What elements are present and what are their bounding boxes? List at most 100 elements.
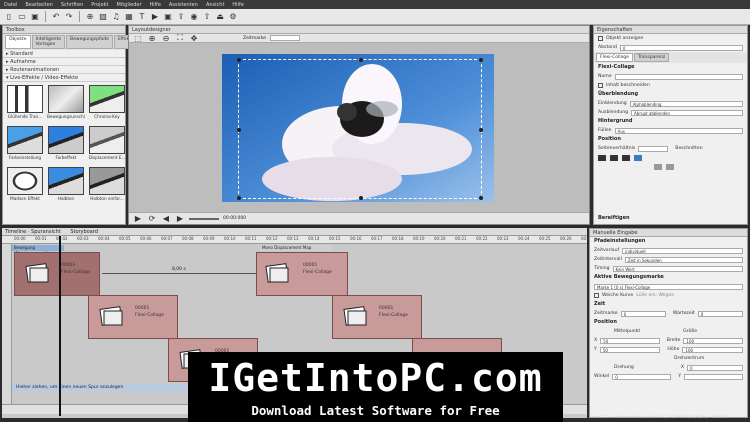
timeline-clip[interactable]: 00001 Flexi-Collage [88,295,178,339]
resize-handle[interactable] [479,196,483,200]
next-frame-icon[interactable]: ▶ [175,214,185,224]
name-field[interactable] [614,73,743,80]
marker-select[interactable]: Marke 1 (0 s) Flexi-Collage [594,283,743,290]
text-icon[interactable]: T [137,12,147,22]
image-icon[interactable]: ▨ [98,12,108,22]
undo-icon[interactable]: ↶ [51,12,61,22]
align-middle-icon[interactable] [666,163,674,170]
category-live-effekte[interactable]: ▾ Live-Effekte / Video-Effekte [3,74,125,82]
align-left-icon[interactable] [598,154,606,161]
burn-icon[interactable]: ◉ [189,12,199,22]
interval-select[interactable]: Zeit in Sekunden [624,256,743,263]
x-field[interactable]: 50 [600,337,660,344]
effect-item[interactable]: Glühende Tran... [6,85,44,123]
checkbox-icon[interactable] [594,293,599,298]
rotation-y-field[interactable] [684,373,744,380]
tab-bewegungspfade[interactable]: Bewegungspfade [66,35,113,49]
timing-select[interactable]: Kein Wert [612,265,743,272]
selection-frame[interactable] [237,58,483,200]
export-icon[interactable]: ⇪ [176,12,186,22]
menu-assistenten[interactable]: Assistenten [169,2,198,8]
playhead[interactable] [59,236,61,416]
menu-ansicht[interactable]: Ansicht [206,2,224,8]
effect-item[interactable]: Chroma-Key [88,85,126,123]
soft-curve-row[interactable]: Weiche Kurve Lülle ein: Wegen [590,291,747,300]
y-field[interactable]: 50 [599,346,661,353]
menu-hilfe[interactable]: Hilfe [150,2,161,8]
grid-icon[interactable]: ▦ [124,12,134,22]
rotation-x-field[interactable]: 0 [686,364,743,371]
upload-icon[interactable]: ⏏ [215,12,225,22]
category-routen[interactable]: ▸ Routenanimationen [3,66,125,74]
angle-field[interactable]: 0 [612,373,672,380]
motion-bar-2[interactable]: Mono Displacement Map [260,245,332,251]
timeline-clip[interactable]: 00001 Flexi-Collage [256,252,348,296]
fill-select[interactable]: Aus [614,127,743,134]
resize-handle[interactable] [237,128,241,132]
select-icon[interactable]: ⬚ [133,33,143,43]
crop-row[interactable]: Inhalt beschneiden [594,81,747,90]
tab-flexi-collage[interactable]: Flexi-Collage [596,53,633,62]
curve-select[interactable]: individuell [622,247,743,254]
checkbox-icon[interactable] [598,83,603,88]
resize-handle[interactable] [359,58,363,62]
resize-handle[interactable] [479,58,483,62]
effect-item[interactable]: Farbeinstellung [6,126,44,164]
fit-icon[interactable]: ⛶ [175,33,185,43]
category-standard[interactable]: ▸ Standard [3,50,125,58]
settings-icon[interactable]: ⚙ [228,12,238,22]
tab-transparenz[interactable]: Transparenz [633,53,670,62]
height-field[interactable]: 100 [682,346,744,353]
resize-handle[interactable] [237,58,241,62]
menu-hilfe-2[interactable]: Hilfe [232,2,243,8]
zoom-out-icon[interactable]: ⊖ [161,33,171,43]
fade-in-select[interactable]: Alphablending [629,100,743,107]
play-icon[interactable]: ▶ [133,214,143,224]
effect-item[interactable]: Madsen Effekt [6,167,44,205]
wait-field[interactable]: 0 [697,310,743,317]
effect-item[interactable]: Displacement E... [88,126,126,164]
time-ruler[interactable]: 00:00 00:01 00:02 00:03 00:04 00:05 00:06 00:07… [2,236,593,244]
preview-scrub-bar[interactable] [189,217,219,220]
tab-vorlagen[interactable]: Intelligente Vorlagen [31,35,66,49]
loop-icon[interactable]: ⟳ [147,214,157,224]
align-right-icon[interactable] [622,154,630,161]
effect-item[interactable]: Halbton einfar... [88,167,126,205]
redo-icon[interactable]: ↷ [64,12,74,22]
tab-objekte[interactable]: Objekte [5,35,31,49]
move-icon[interactable]: ✥ [189,33,199,43]
save-icon[interactable]: ▣ [30,12,40,22]
preview-icon[interactable]: ▣ [163,12,173,22]
menu-bearbeiten[interactable]: Bearbeiten [25,2,52,8]
zoom-in-icon[interactable]: ⊕ [147,33,157,43]
play-icon[interactable]: ▶ [150,12,160,22]
distance-field[interactable]: 0 [619,44,743,51]
effect-item[interactable]: Halbton [47,167,85,205]
resize-handle[interactable] [479,128,483,132]
align-top-icon[interactable] [654,163,662,170]
motion-bar[interactable]: Bewegung (Displacement Map) [12,245,64,256]
menu-projekt[interactable]: Projekt [91,2,108,8]
timeline-clip[interactable]: 00001 Flexi-Collage [332,295,422,339]
resize-handle[interactable] [237,196,241,200]
time-field[interactable]: 0 [620,310,666,317]
checkbox-icon[interactable] [598,36,603,41]
menu-mitglieder[interactable]: Mitglieder [117,2,142,8]
open-folder-icon[interactable]: ▭ [17,12,27,22]
aspect-field[interactable] [638,145,669,152]
timeline-clip[interactable]: 00001 Flexi-Collage [14,252,100,296]
show-object-row[interactable]: Objekt anzeigen [594,34,747,43]
storyboard-tab[interactable]: Storyboard [70,229,98,235]
new-file-icon[interactable]: ▯ [4,12,14,22]
fade-out-select[interactable]: Abrupt abblenden [631,109,743,116]
menu-schriften[interactable]: Schriften [61,2,83,8]
zeitmarke-field[interactable] [270,35,301,41]
effect-item[interactable]: Farbeffekt [47,126,85,164]
add-icon[interactable]: ⊕ [85,12,95,22]
share-icon[interactable]: ⇧ [202,12,212,22]
resize-handle[interactable] [359,196,363,200]
effect-item[interactable]: Bewegungsunschärfe [47,85,85,123]
prev-frame-icon[interactable]: ◀ [161,214,171,224]
menu-datei[interactable]: Datei [4,2,17,8]
width-field[interactable]: 100 [683,337,744,344]
